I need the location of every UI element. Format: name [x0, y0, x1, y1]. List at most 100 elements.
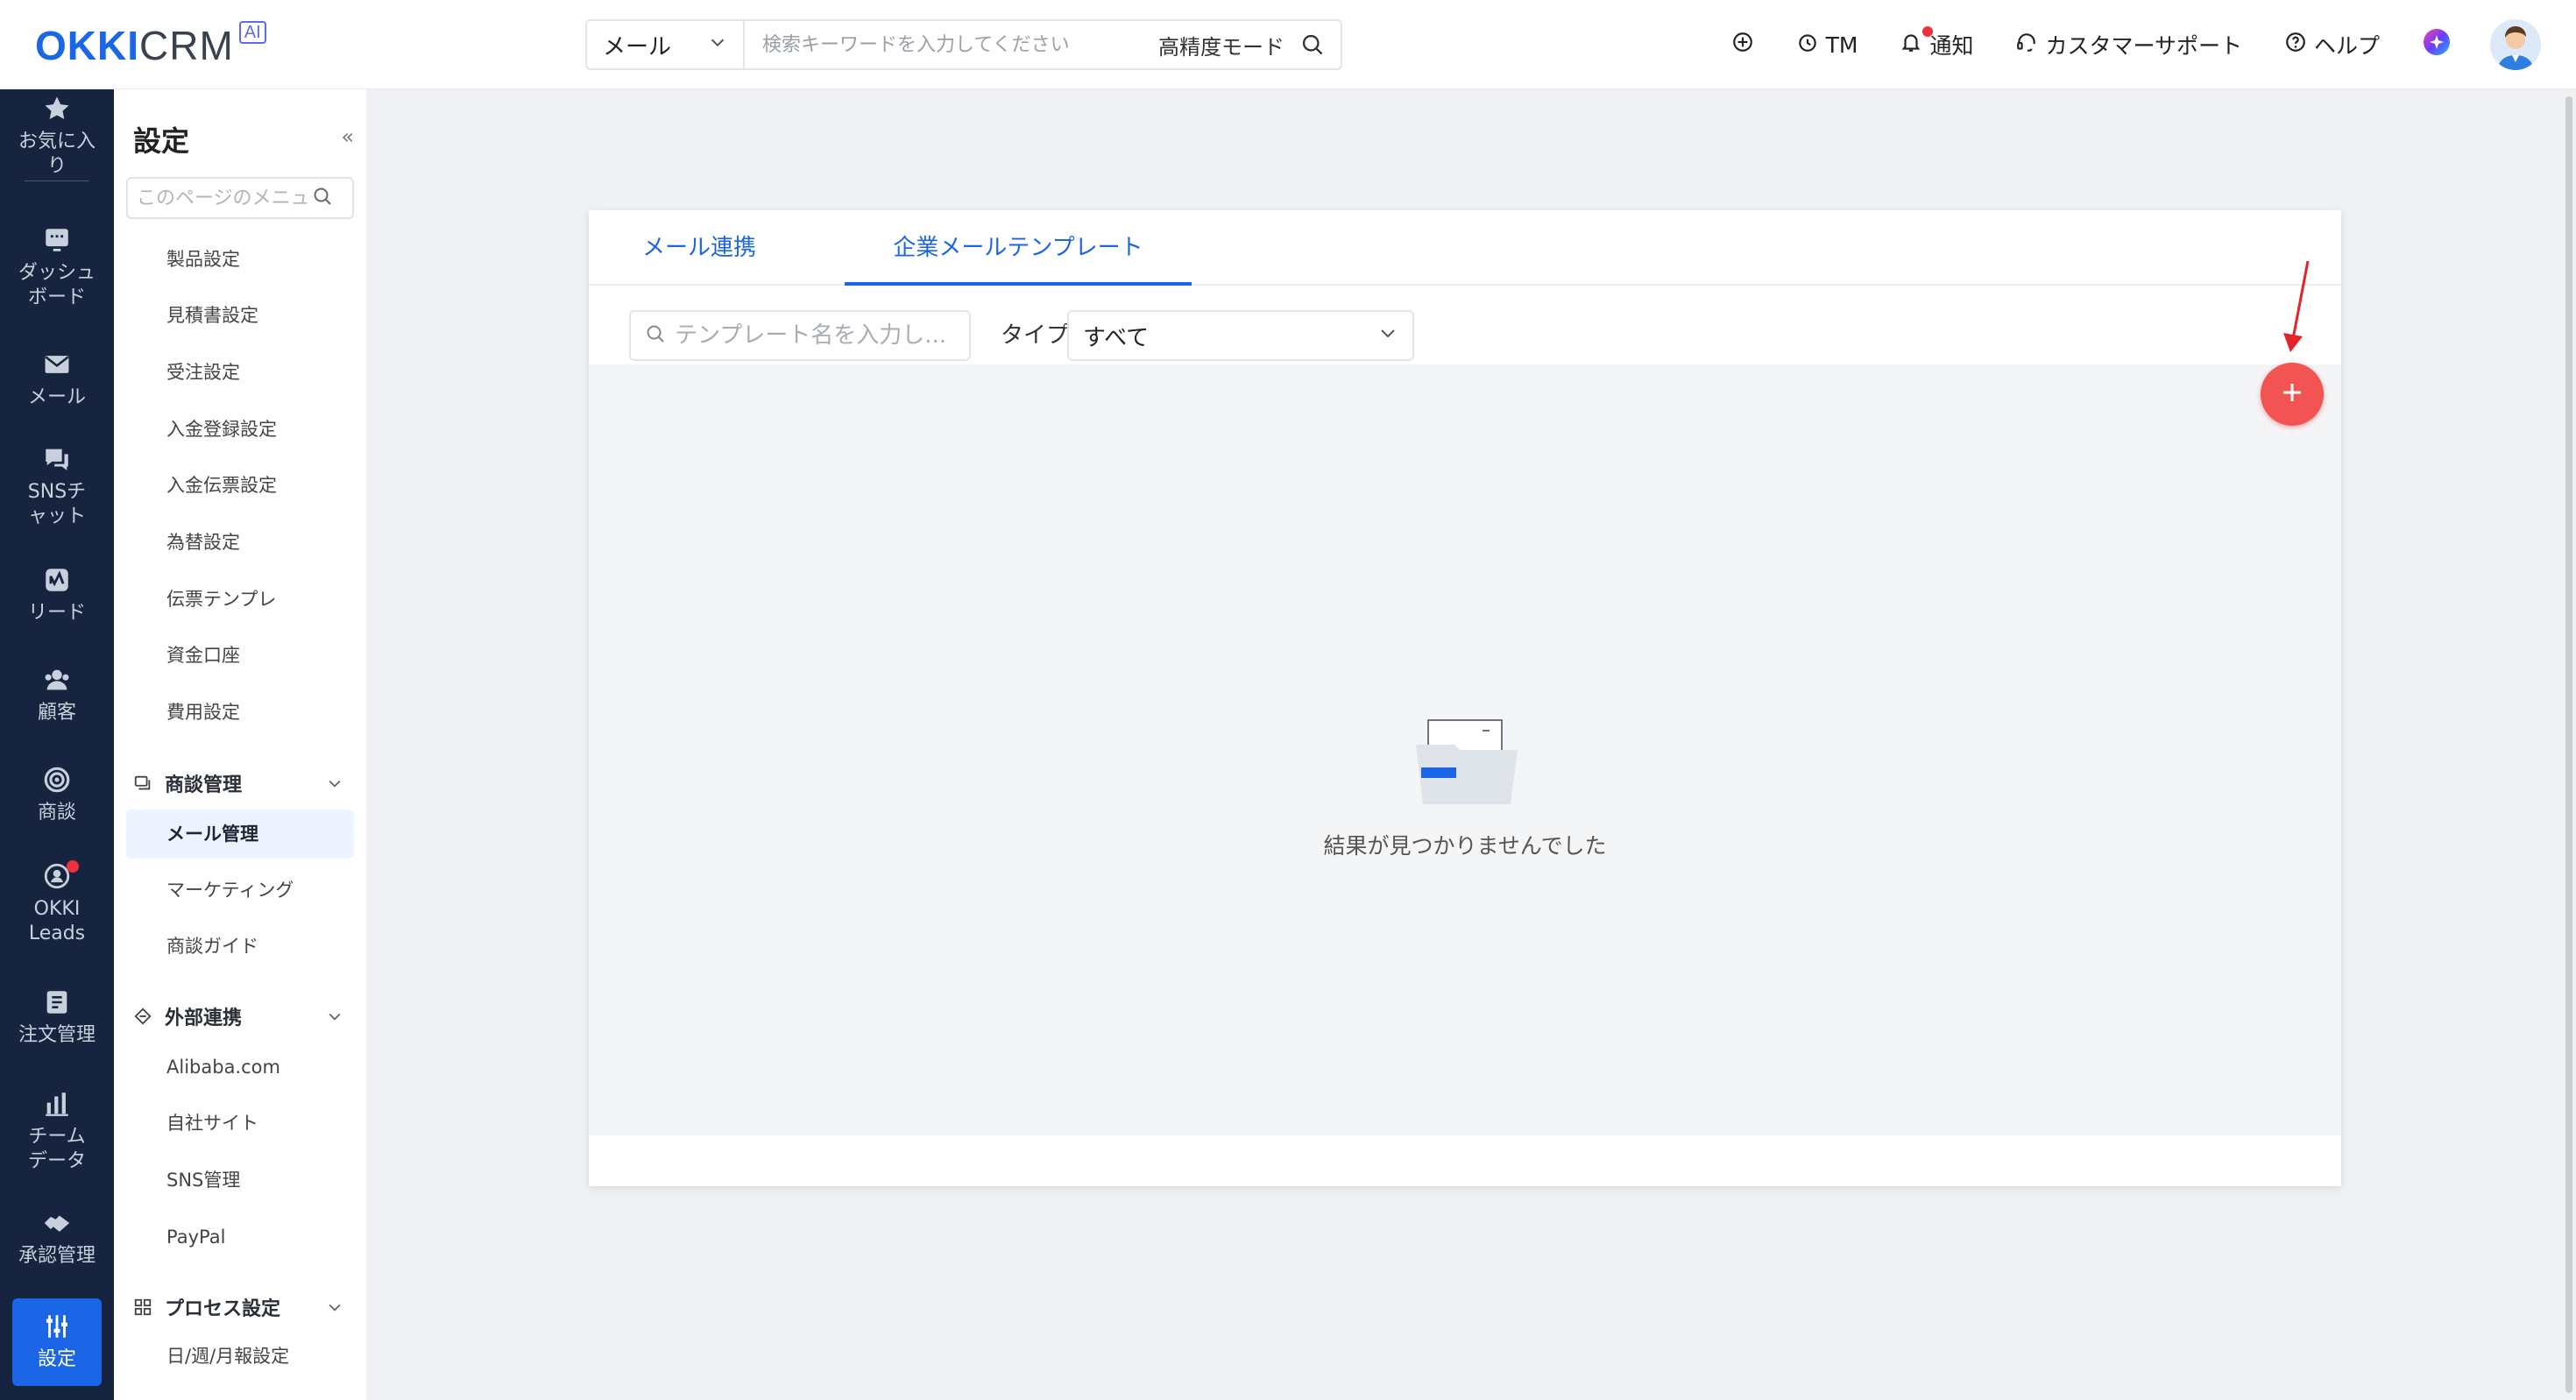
nav-leads-label: リード [27, 602, 86, 624]
tm-button[interactable]: TM [1775, 19, 1879, 70]
nav-favorites[interactable]: お気に入り [0, 93, 114, 179]
nav-customers-label: 顧客 [37, 702, 76, 724]
collapse-icon[interactable]: « [341, 124, 354, 149]
settings-icon [41, 1311, 73, 1342]
menu-search-input[interactable] [137, 187, 312, 209]
nav-settings-label: 設定 [37, 1348, 76, 1370]
ai-assistant-button[interactable] [2401, 19, 2473, 70]
main-navigation: お気に入り ダッシュボード メール SNSチャット リード 顧客 商談 OKKI… [0, 89, 114, 1400]
nav-favorites-label: お気に入り [18, 131, 96, 177]
nav-customers[interactable]: 顧客 [0, 664, 114, 725]
ai-orb-icon [2422, 27, 2452, 62]
chat-icon [41, 443, 73, 475]
menu-item-payment-slip[interactable]: 入金伝票設定 [166, 468, 277, 503]
nav-divider [25, 180, 89, 181]
target-icon [41, 764, 73, 795]
add-template-button[interactable] [2261, 363, 2324, 426]
menu-group-deals-label: 商談管理 [165, 774, 243, 796]
customer-support-button[interactable]: カスタマーサポート [1994, 19, 2263, 70]
menu-item-order-settings[interactable]: 受注設定 [166, 355, 240, 390]
search-mode-toggle[interactable]: 高精度モード [1158, 30, 1284, 60]
help-label: ヘルプ [2313, 33, 2380, 59]
notification-button[interactable]: 通知 [1879, 19, 1994, 70]
menu-item-exchange-rate[interactable]: 為替設定 [166, 525, 240, 560]
menu-item-paypal[interactable]: PayPal [166, 1220, 225, 1255]
tab-bar: メール連携 企業メールテンプレート [589, 210, 2341, 286]
mail-icon [41, 349, 73, 380]
search-icon[interactable] [1300, 32, 1325, 57]
nav-okki-leads[interactable]: OKKI Leads [0, 860, 114, 946]
search-input[interactable] [745, 33, 1158, 56]
menu-group-process-label: プロセス設定 [165, 1298, 281, 1320]
bell-icon [1900, 31, 1922, 59]
search-icon[interactable] [312, 186, 333, 210]
tab-company-mail-template[interactable]: 企業メールテンプレート [845, 210, 1192, 286]
nav-approvals[interactable]: 承認管理 [0, 1207, 114, 1269]
menu-item-deal-guide[interactable]: 商談ガイド [166, 929, 258, 964]
notification-label: 通知 [1929, 33, 1974, 59]
user-avatar[interactable] [2490, 19, 2541, 70]
annotation-arrow-icon [2278, 259, 2313, 359]
menu-item-report-settings[interactable]: 日/週/月報設定 [166, 1339, 289, 1374]
question-icon [2284, 31, 2307, 59]
deal-management-icon [133, 774, 152, 793]
menu-item-payment-registration[interactable]: 入金登録設定 [166, 412, 277, 447]
search-type-select[interactable]: メール [587, 21, 745, 68]
chart-icon [41, 1088, 73, 1120]
menu-item-sns-management[interactable]: SNS管理 [166, 1163, 240, 1198]
menu-item-slip-template[interactable]: 伝票テンプレ [166, 582, 276, 617]
lead-icon [41, 564, 73, 596]
menu-item-mail-management[interactable]: メール管理 [166, 817, 258, 852]
add-quick-button[interactable] [1710, 19, 1775, 70]
plus-icon [2279, 379, 2305, 409]
nav-sns-chat[interactable]: SNSチャット [0, 443, 114, 529]
nav-leads[interactable]: リード [0, 564, 114, 626]
menu-item-marketing[interactable]: マーケティング [166, 873, 294, 908]
nav-orders[interactable]: 注文管理 [0, 986, 114, 1048]
menu-item-fund-account[interactable]: 資金口座 [166, 638, 240, 673]
template-name-input[interactable] [675, 322, 955, 349]
menu-group-process[interactable]: プロセス設定 [133, 1290, 352, 1325]
menu-item-alibaba[interactable]: Alibaba.com [166, 1050, 280, 1085]
settings-title: 設定 [133, 124, 190, 158]
plus-circle-icon [1731, 31, 1754, 59]
page-scrollbar-thumb[interactable] [2565, 96, 2572, 1393]
menu-group-external-label: 外部連携 [165, 1008, 243, 1029]
nav-team-data[interactable]: チームデータ [0, 1088, 114, 1174]
chevron-down-icon [708, 32, 727, 58]
tab-mail-integration[interactable]: メール連携 [629, 210, 769, 286]
chevron-down-icon [1377, 322, 1398, 350]
empty-folder-icon [1412, 718, 1521, 810]
grid-icon [133, 1297, 152, 1317]
empty-state-text: 結果が見つかりませんでした [1323, 833, 1607, 859]
customer-icon [41, 664, 73, 696]
integration-icon [133, 1007, 152, 1026]
approval-icon [41, 1207, 73, 1239]
help-button[interactable]: ヘルプ [2263, 19, 2401, 70]
nav-okki-leads-label: OKKI Leads [28, 898, 86, 944]
nav-dashboard-label: ダッシュボード [18, 262, 96, 308]
header-actions: TM 通知 カスタマーサポート ヘルプ [1710, 19, 2541, 70]
menu-item-own-site[interactable]: 自社サイト [166, 1106, 258, 1141]
menu-item-quote-settings[interactable]: 見積書設定 [166, 298, 258, 333]
nav-deals[interactable]: 商談 [0, 764, 114, 825]
okki-leads-dot [67, 860, 79, 873]
nav-mail[interactable]: メール [0, 349, 114, 410]
type-label: タイプ [1001, 322, 1070, 349]
menu-group-deals[interactable]: 商談管理 [133, 766, 352, 801]
okki-crm-logo[interactable]: OKKI CRM AI [35, 19, 266, 72]
chevron-down-icon [326, 1298, 343, 1321]
tm-label: TM [1825, 32, 1858, 58]
nav-orders-label: 注文管理 [18, 1024, 96, 1046]
star-icon [41, 93, 73, 124]
type-select[interactable]: すべて [1067, 310, 1414, 361]
nav-dashboard[interactable]: ダッシュボード [0, 224, 114, 310]
menu-item-expense-settings[interactable]: 費用設定 [166, 695, 240, 730]
menu-group-external[interactable]: 外部連携 [133, 999, 352, 1034]
top-header: OKKI CRM AI メール 高精度モード TM [0, 0, 2576, 89]
chevron-down-icon [326, 774, 343, 797]
menu-item-product-settings[interactable]: 製品設定 [166, 242, 240, 277]
type-select-value: すべて [1083, 324, 1150, 351]
template-card: メール連携 企業メールテンプレート タイプ すべて 結果が見つかりませんでした [589, 210, 2341, 1186]
nav-settings[interactable]: 設定 [12, 1298, 102, 1386]
